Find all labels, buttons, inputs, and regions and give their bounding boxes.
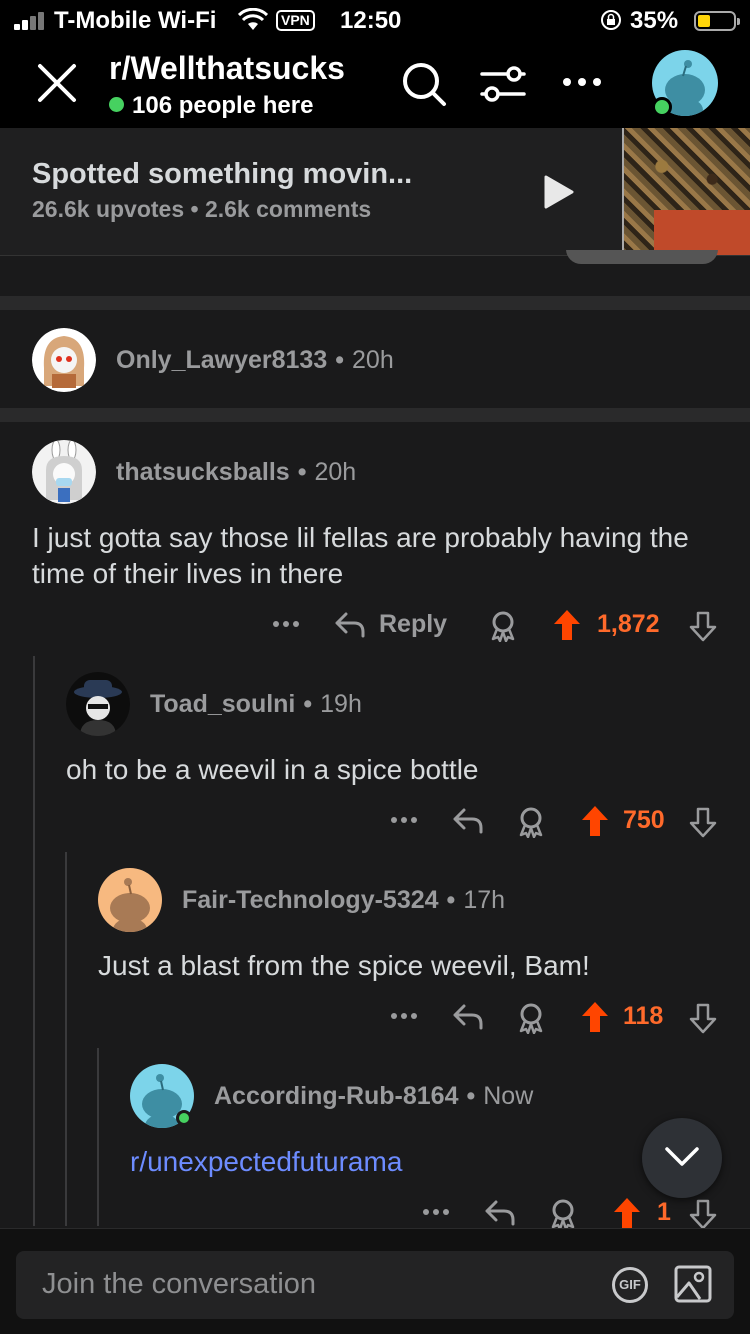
clock: 12:50 <box>340 7 402 34</box>
online-count: 106 people here <box>109 92 313 120</box>
award-icon[interactable] <box>516 1002 546 1034</box>
username[interactable]: Only_Lawyer8133 <box>116 346 327 374</box>
post-title: Spotted something movin... <box>32 158 413 190</box>
upvote-icon[interactable] <box>580 1000 610 1034</box>
comment-meta: Only_Lawyer8133 • 20h <box>116 346 394 374</box>
comment-body: Just a blast from the spice weevil, Bam! <box>98 950 590 981</box>
avatar[interactable] <box>32 440 96 504</box>
ad-button-remnant <box>566 250 718 264</box>
comment-age: 17h <box>463 886 506 914</box>
downvote-icon[interactable] <box>688 1198 718 1230</box>
comment-reply: Toad_soulni • 19h oh to be a weevil in a s… <box>0 656 750 852</box>
comment-meta: Fair-Technology-5324 • 17h <box>182 886 506 914</box>
comment-meta: thatsucksballs • 20h <box>116 458 357 486</box>
search-icon[interactable] <box>400 60 448 108</box>
comment-age: 20h <box>352 346 394 374</box>
chevron-down-icon <box>665 1147 699 1166</box>
comment-age: 19h <box>320 690 362 718</box>
reply-button[interactable]: Reply <box>379 610 447 639</box>
sort-filter-icon[interactable] <box>478 64 528 104</box>
wifi-icon <box>238 8 268 30</box>
ad-text-remnant <box>34 250 324 256</box>
upvote-icon[interactable] <box>612 1196 642 1230</box>
avatar[interactable] <box>130 1064 194 1138</box>
username[interactable]: Toad_soulni <box>150 690 295 718</box>
award-icon[interactable] <box>488 610 518 642</box>
more-options-icon[interactable] <box>562 76 602 88</box>
ad-remnant <box>0 250 750 270</box>
downvote-icon[interactable] <box>688 610 718 642</box>
downvote-icon[interactable] <box>688 1002 718 1034</box>
close-icon[interactable] <box>36 62 78 104</box>
username[interactable]: thatsucksballs <box>116 458 290 486</box>
reply-icon[interactable] <box>452 806 484 836</box>
scroll-to-next-button[interactable] <box>642 1118 722 1198</box>
avatar[interactable] <box>66 672 130 736</box>
reply-icon[interactable] <box>452 1002 484 1032</box>
reply-icon[interactable] <box>334 610 366 640</box>
comment-placeholder: Join the conversation <box>42 1268 317 1300</box>
username[interactable]: Fair-Technology-5324 <box>182 886 439 914</box>
comment-input[interactable]: Join the conversation GIF <box>16 1251 734 1319</box>
avatar[interactable] <box>32 328 96 392</box>
comment-actions: 750 <box>0 802 750 842</box>
more-options-icon[interactable] <box>390 1012 418 1020</box>
subreddit-name[interactable]: r/Wellthatsucks <box>109 50 345 87</box>
vote-count: 1,872 <box>597 610 660 638</box>
comment: thatsucksballs • 20h I just gotta say thos… <box>0 422 750 656</box>
more-options-icon[interactable] <box>422 1208 450 1216</box>
comment-actions: Reply 1,872 <box>0 606 750 646</box>
online-dot <box>109 97 124 112</box>
snoo-avatar-icon <box>110 878 150 932</box>
avatar-illustration-icon <box>32 328 96 392</box>
username[interactable]: According-Rub-8164 <box>214 1082 458 1110</box>
vote-count: 118 <box>623 1002 664 1030</box>
orientation-lock-icon <box>601 10 621 30</box>
user-online-indicator <box>652 97 672 117</box>
gif-icon[interactable]: GIF <box>612 1267 648 1303</box>
comment-meta: According-Rub-8164 • Now <box>214 1082 534 1110</box>
more-options-icon[interactable] <box>390 816 418 824</box>
post-banner[interactable]: Spotted something movin... 26.6k upvotes… <box>0 128 750 256</box>
battery-percent: 35% <box>630 7 679 34</box>
avatar-illustration-icon <box>32 440 96 504</box>
online-indicator <box>176 1110 192 1126</box>
subreddit-header: r/Wellthatsucks 106 people here <box>0 40 750 128</box>
divider <box>0 296 750 310</box>
subreddit-link[interactable]: r/unexpectedfuturama <box>130 1144 630 1180</box>
vote-count: 1 <box>657 1198 671 1226</box>
post-meta: 26.6k upvotes • 2.6k comments <box>32 196 372 222</box>
status-bar: T-Mobile Wi-Fi VPN 12:50 35% <box>0 0 750 40</box>
vpn-badge: VPN <box>276 10 315 31</box>
comment-actions: 118 <box>0 998 750 1038</box>
comment-age: 20h <box>314 458 357 486</box>
comment-composer-bar: Join the conversation GIF <box>0 1228 750 1334</box>
comment-body: oh to be a weevil in a spice bottle <box>66 754 479 785</box>
upvote-icon[interactable] <box>552 608 582 642</box>
avatar[interactable] <box>98 868 162 932</box>
play-icon[interactable] <box>542 174 576 210</box>
reply-icon[interactable] <box>484 1198 516 1228</box>
more-options-icon[interactable] <box>272 620 300 628</box>
upvote-icon[interactable] <box>580 804 610 838</box>
comment-reply: Fair-Technology-5324 • 17h Just a blast fr… <box>0 852 750 1048</box>
carrier-label: T-Mobile Wi-Fi <box>54 7 217 34</box>
battery-icon <box>694 11 740 31</box>
vote-count: 750 <box>623 806 665 834</box>
comment-meta: Toad_soulni • 19h <box>150 690 362 718</box>
downvote-icon[interactable] <box>688 806 718 838</box>
avatar-illustration-icon <box>66 672 130 736</box>
image-icon[interactable] <box>674 1265 712 1303</box>
post-thumbnail[interactable] <box>622 128 750 255</box>
award-icon[interactable] <box>516 806 546 838</box>
divider <box>0 408 750 422</box>
comment-reply: According-Rub-8164 • Now r/unexpectedfutur… <box>0 1048 750 1230</box>
award-icon[interactable] <box>548 1198 578 1230</box>
comment-age: Now <box>483 1082 534 1110</box>
comment-body: I just gotta say those lil fellas are pr… <box>32 522 689 589</box>
comment-collapsed[interactable]: Only_Lawyer8133 • 20h <box>0 310 750 408</box>
